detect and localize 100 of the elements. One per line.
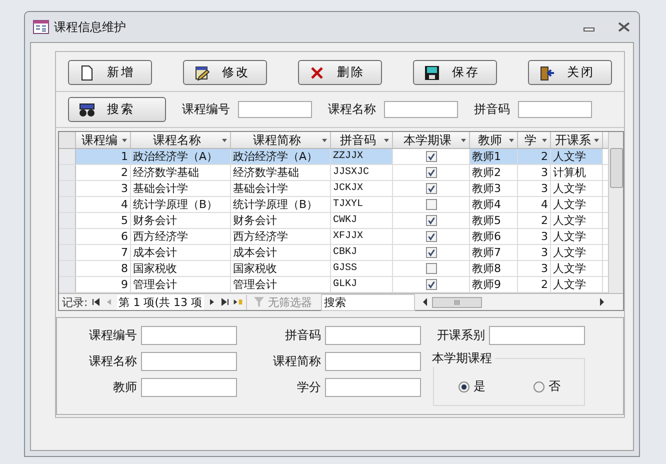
table-cell: 国家税收	[231, 261, 331, 276]
table-cell: 人文学	[551, 261, 603, 276]
table-cell: 教师9	[470, 277, 518, 292]
scrollbar-thumb[interactable]	[432, 296, 482, 308]
field-label: 课程编号	[89, 327, 137, 344]
input-field[interactable]	[141, 326, 237, 345]
document-icon	[79, 64, 95, 80]
toolbar-button[interactable]: 新增	[68, 60, 152, 85]
close-icon[interactable]	[617, 22, 631, 32]
dropdown-arrow-icon	[593, 138, 600, 142]
table-cell: 管理会计	[231, 277, 331, 292]
checkbox[interactable]	[426, 247, 436, 258]
toolbar-button[interactable]: 关闭	[528, 60, 612, 85]
checkbox[interactable]	[426, 183, 436, 194]
toolbar-button[interactable]: 保存	[413, 60, 497, 85]
row-selector[interactable]	[59, 165, 76, 180]
table-cell: 3	[76, 181, 131, 196]
field-label: 课程编号	[182, 101, 230, 118]
table-cell: 人文学	[551, 197, 603, 212]
column-header[interactable]: 课程名称	[131, 132, 231, 148]
checkbox[interactable]	[426, 215, 436, 226]
input-field[interactable]	[518, 101, 592, 118]
record-position[interactable]: 第 1 项(共 13 项	[116, 294, 204, 310]
radio-option[interactable]: 是	[458, 378, 486, 395]
input-field[interactable]	[238, 101, 312, 118]
field-label: 拼音码	[285, 327, 321, 344]
radio-option[interactable]: 否	[532, 378, 560, 395]
select-all-corner[interactable]	[59, 132, 76, 148]
checkbox[interactable]	[426, 279, 436, 290]
input-field[interactable]	[141, 352, 237, 371]
row-selector[interactable]	[59, 149, 76, 164]
row-selector[interactable]	[59, 245, 76, 260]
radio-button[interactable]	[532, 380, 544, 392]
new-record-icon[interactable]	[233, 297, 243, 307]
column-header[interactable]: 拼音码	[331, 132, 393, 148]
input-field[interactable]	[141, 378, 237, 397]
table-cell: 3	[518, 165, 551, 180]
field-label: 课程名称	[328, 101, 376, 118]
door-arrow-icon	[539, 64, 555, 80]
row-selector[interactable]	[59, 181, 76, 196]
dropdown-arrow-icon	[508, 138, 515, 142]
scroll-left-icon[interactable]	[421, 297, 429, 307]
input-field[interactable]	[325, 352, 421, 371]
table-cell: 人文学	[551, 149, 603, 164]
table-cell: 9	[76, 277, 131, 292]
vertical-scrollbar[interactable]	[608, 132, 623, 293]
group-label: 本学期课程	[432, 350, 495, 367]
column-header[interactable]: 开课系	[551, 132, 603, 148]
input-field[interactable]	[384, 101, 458, 118]
table-cell: 人文学	[551, 181, 603, 196]
table-cell: 3	[518, 229, 551, 244]
table-cell: 统计学原理（B）	[231, 197, 331, 212]
row-selector[interactable]	[59, 277, 76, 292]
table-cell: 政治经济学（A）	[131, 149, 231, 164]
cross-icon	[309, 64, 325, 80]
table-cell: 西方经济学	[231, 229, 331, 244]
search-box[interactable]: 搜索	[321, 294, 415, 310]
scroll-right-icon[interactable]	[598, 297, 606, 307]
table-cell: 人文学	[551, 213, 603, 228]
last-record-icon[interactable]	[220, 297, 230, 307]
field-label: 开课系别	[437, 327, 485, 344]
table-cell: 财务会计	[231, 213, 331, 228]
table-cell: GLKJ	[331, 277, 393, 292]
toolbar-button[interactable]: 修改	[183, 60, 267, 85]
table-cell: 3	[518, 181, 551, 196]
column-header[interactable]: 学	[518, 132, 551, 148]
row-selector[interactable]	[59, 261, 76, 276]
input-field[interactable]	[489, 326, 585, 345]
table-cell: ZZJJX	[331, 149, 393, 164]
search-button[interactable]: 搜索	[68, 97, 166, 122]
row-selector[interactable]	[59, 229, 76, 244]
table-cell: 人文学	[551, 277, 603, 292]
column-header[interactable]: 教师	[470, 132, 518, 148]
table-cell: 教师4	[470, 197, 518, 212]
toolbar-button[interactable]: 删除	[298, 60, 382, 85]
table-cell: 教师2	[470, 165, 518, 180]
first-record-icon[interactable]	[90, 297, 101, 307]
checkbox[interactable]	[426, 199, 436, 210]
input-field[interactable]	[325, 326, 421, 345]
checkbox[interactable]	[426, 151, 436, 162]
checkbox[interactable]	[426, 231, 436, 242]
table-cell: 计算机	[551, 165, 603, 180]
row-selector[interactable]	[59, 197, 76, 212]
table-cell: 成本会计	[231, 245, 331, 260]
checkbox[interactable]	[426, 167, 436, 178]
field-label: 拼音码	[474, 101, 510, 118]
table-cell: 财务会计	[131, 213, 231, 228]
notepad-icon	[194, 64, 210, 80]
column-header[interactable]: 本学期课	[393, 132, 470, 148]
row-selector[interactable]	[59, 213, 76, 228]
dropdown-arrow-icon	[383, 138, 390, 142]
field-label: 教师	[113, 379, 137, 396]
table-cell: 2	[518, 277, 551, 292]
column-header[interactable]: 课程简称	[231, 132, 331, 148]
radio-button[interactable]	[458, 380, 470, 392]
dropdown-arrow-icon	[221, 138, 228, 142]
checkbox[interactable]	[426, 263, 436, 274]
column-header[interactable]: 课程编	[76, 132, 131, 148]
input-field[interactable]	[325, 378, 421, 397]
table-cell: 教师5	[470, 213, 518, 228]
